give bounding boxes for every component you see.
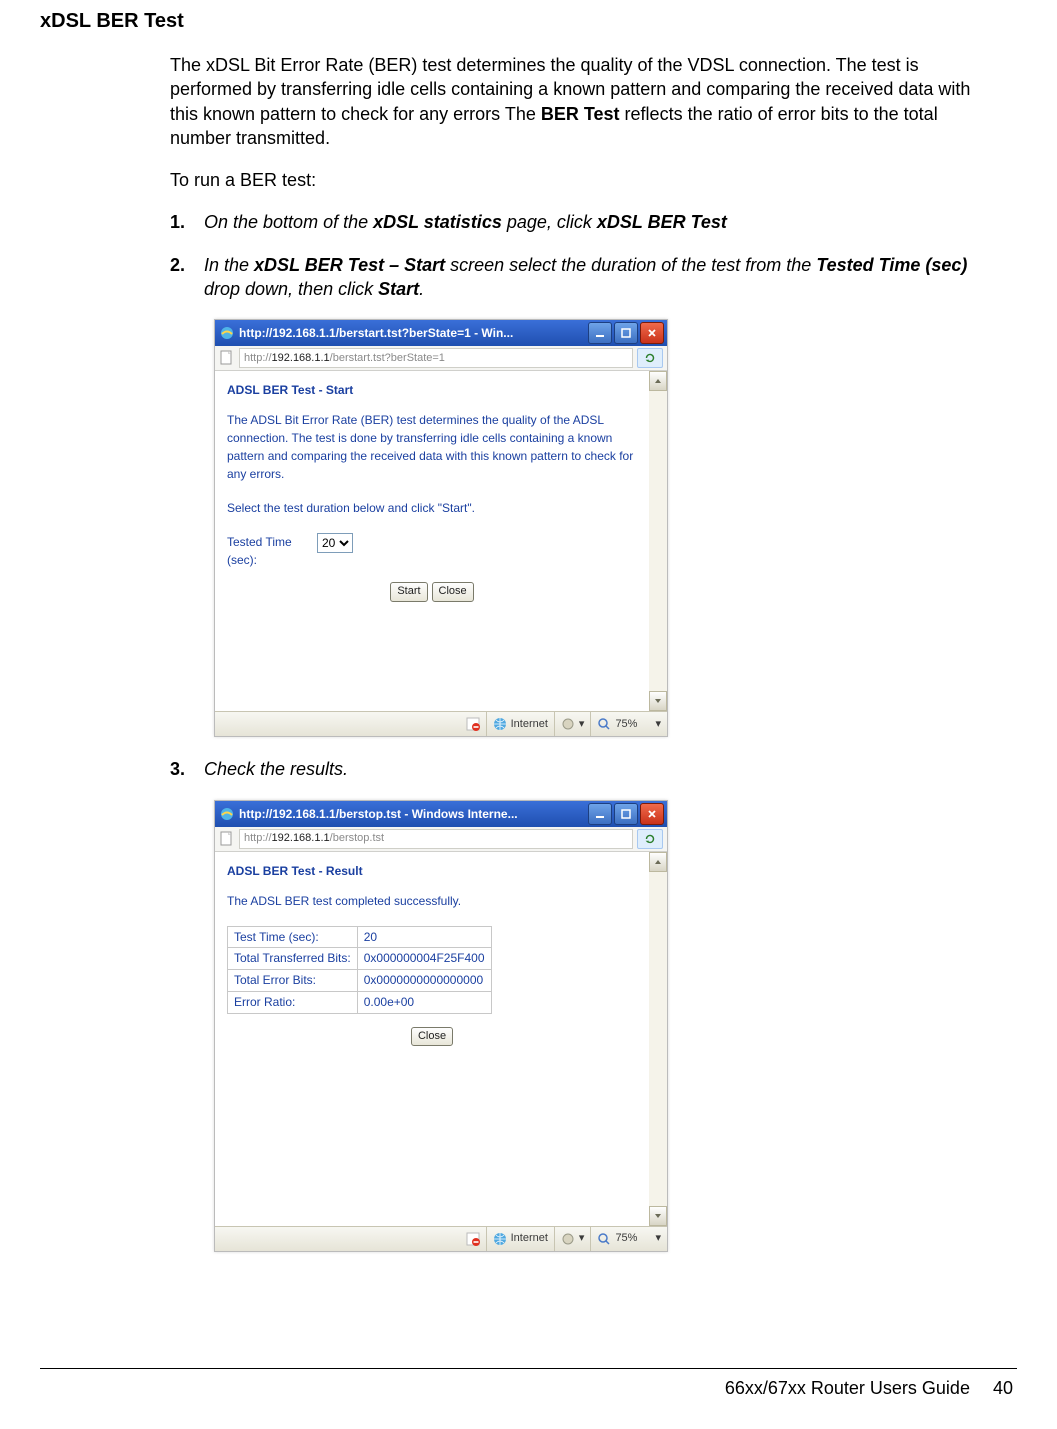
page-footer: 66xx/67xx Router Users Guide 40	[725, 1378, 1013, 1399]
address-bar: http://192.168.1.1/berstart.tst?berState…	[215, 346, 667, 371]
zoom-icon	[597, 1232, 611, 1246]
scroll-down-button[interactable]	[649, 1206, 667, 1226]
zoom-level[interactable]: 75%	[615, 719, 637, 730]
step-1-pre: On the bottom of the	[204, 212, 373, 232]
protected-mode-icon	[561, 1232, 575, 1246]
zoom-level[interactable]: 75%	[615, 1233, 637, 1244]
para-run: To run a BER test:	[170, 168, 990, 192]
step-2-post: drop down, then click	[204, 279, 378, 299]
window-title: http://192.168.1.1/berstop.tst - Windows…	[239, 808, 588, 820]
step-3-num: 3.	[170, 757, 204, 781]
minimize-button[interactable]	[588, 803, 612, 825]
dialog-description: The ADSL BER test completed successfully…	[227, 892, 637, 910]
url-host: 192.168.1.1	[272, 833, 330, 844]
step-2-tail: .	[419, 279, 424, 299]
step-2-b1: xDSL BER Test – Start	[254, 255, 445, 275]
step-1-mid: page, click	[502, 212, 597, 232]
screenshot-start: http://192.168.1.1/berstart.tst?berState…	[214, 319, 668, 737]
step-1-b2: xDSL BER Test	[597, 212, 727, 232]
page-icon	[219, 350, 235, 366]
result-table: Test Time (sec):20 Total Transferred Bit…	[227, 926, 492, 1014]
step-1-num: 1.	[170, 210, 204, 234]
result-value: 0.00e+00	[357, 992, 491, 1014]
maximize-button[interactable]	[614, 803, 638, 825]
result-value: 0x0000000000000000	[357, 970, 491, 992]
internet-zone-label: Internet	[511, 719, 548, 730]
scroll-up-button[interactable]	[649, 852, 667, 872]
internet-zone-icon	[493, 1232, 507, 1246]
result-value: 0x000000004F25F400	[357, 948, 491, 970]
protected-mode-icon	[561, 717, 575, 731]
dialog-description: The ADSL Bit Error Rate (BER) test deter…	[227, 411, 637, 483]
minimize-button[interactable]	[588, 322, 612, 344]
step-1: 1. On the bottom of the xDSL statistics …	[170, 210, 990, 234]
scroll-down-button[interactable]	[649, 691, 667, 711]
window-title: http://192.168.1.1/berstart.tst?berState…	[239, 327, 588, 339]
intro-paragraph: The xDSL Bit Error Rate (BER) test deter…	[170, 53, 990, 150]
step-2-b3: Start	[378, 279, 419, 299]
dialog-close-button[interactable]: Close	[411, 1027, 453, 1046]
ie-icon	[219, 325, 235, 341]
url-field[interactable]: http://192.168.1.1/berstart.tst?berState…	[239, 348, 633, 368]
page-number: 40	[993, 1378, 1013, 1398]
status-bar: Internet ▾ 75% ▾	[215, 1226, 667, 1251]
result-key: Error Ratio:	[228, 992, 358, 1014]
step-2-pre: In the	[204, 255, 254, 275]
dialog-close-button[interactable]: Close	[432, 582, 474, 601]
tested-time-label: Tested Time (sec):	[227, 533, 317, 569]
close-button[interactable]	[640, 322, 664, 344]
dialog-instruction: Select the test duration below and click…	[227, 499, 637, 517]
footer-title: 66xx/67xx Router Users Guide	[725, 1378, 970, 1398]
ie-icon	[219, 806, 235, 822]
close-button[interactable]	[640, 803, 664, 825]
start-button[interactable]: Start	[390, 582, 427, 601]
table-row: Total Transferred Bits:0x000000004F25F40…	[228, 948, 492, 970]
step-3-text: Check the results.	[204, 757, 348, 781]
result-value: 20	[357, 926, 491, 948]
table-row: Total Error Bits:0x0000000000000000	[228, 970, 492, 992]
scroll-up-button[interactable]	[649, 371, 667, 391]
url-scheme: http://	[244, 833, 272, 844]
titlebar: http://192.168.1.1/berstart.tst?berState…	[215, 320, 667, 346]
dialog-header: ADSL BER Test - Result	[227, 862, 637, 880]
scrollbar[interactable]	[649, 852, 667, 1226]
scroll-track[interactable]	[649, 391, 667, 691]
blocked-icon	[466, 717, 480, 731]
footer-rule	[40, 1368, 1017, 1369]
status-bar: Internet ▾ 75% ▾	[215, 711, 667, 736]
step-3: 3. Check the results.	[170, 757, 990, 781]
step-1-b1: xDSL statistics	[373, 212, 502, 232]
titlebar: http://192.168.1.1/berstop.tst - Windows…	[215, 801, 667, 827]
internet-zone-label: Internet	[511, 1233, 548, 1244]
url-field[interactable]: http://192.168.1.1/berstop.tst	[239, 829, 633, 849]
dialog-header: ADSL BER Test - Start	[227, 381, 637, 399]
url-scheme: http://	[244, 353, 272, 364]
address-bar: http://192.168.1.1/berstop.tst	[215, 827, 667, 852]
refresh-button[interactable]	[637, 348, 663, 368]
tested-time-select[interactable]: 20	[317, 533, 353, 553]
screenshot-result: http://192.168.1.1/berstop.tst - Windows…	[214, 800, 668, 1252]
internet-zone-icon	[493, 717, 507, 731]
maximize-button[interactable]	[614, 322, 638, 344]
url-path: /berstop.tst	[330, 833, 384, 844]
step-2-b2: Tested Time (sec)	[816, 255, 967, 275]
step-2-mid: screen select the duration of the test f…	[445, 255, 816, 275]
scroll-track[interactable]	[649, 872, 667, 1206]
result-key: Test Time (sec):	[228, 926, 358, 948]
zoom-icon	[597, 717, 611, 731]
result-key: Total Error Bits:	[228, 970, 358, 992]
url-path: /berstart.tst?berState=1	[330, 353, 445, 364]
table-row: Test Time (sec):20	[228, 926, 492, 948]
table-row: Error Ratio:0.00e+00	[228, 992, 492, 1014]
url-host: 192.168.1.1	[272, 353, 330, 364]
step-2-num: 2.	[170, 253, 204, 302]
result-key: Total Transferred Bits:	[228, 948, 358, 970]
step-2: 2. In the xDSL BER Test – Start screen s…	[170, 253, 990, 302]
para1-bold: BER Test	[541, 104, 620, 124]
blocked-icon	[466, 1232, 480, 1246]
page-icon	[219, 831, 235, 847]
scrollbar[interactable]	[649, 371, 667, 711]
section-heading: xDSL BER Test	[40, 10, 1017, 33]
refresh-button[interactable]	[637, 829, 663, 849]
